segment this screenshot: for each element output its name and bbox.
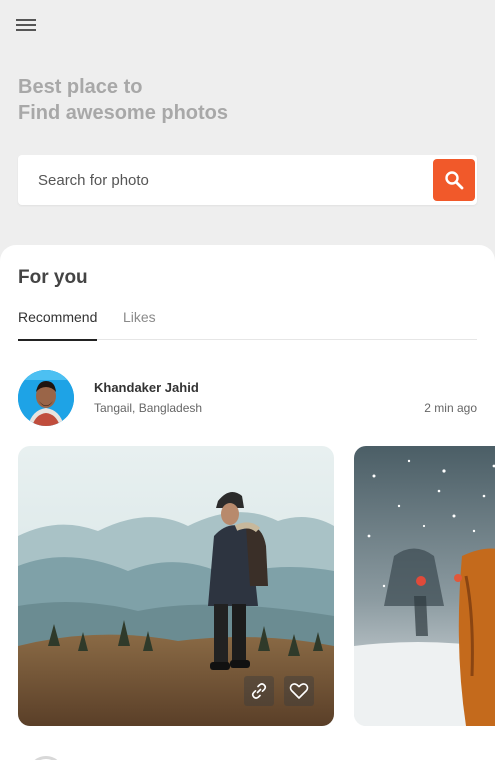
post-header: Khandaker Jahid Tangail, Bangladesh 2 mi…	[18, 370, 495, 426]
menu-button[interactable]	[14, 13, 38, 37]
link-button[interactable]	[244, 676, 274, 706]
avatar[interactable]	[18, 370, 74, 426]
next-post-avatar[interactable]	[28, 756, 64, 760]
search-icon	[445, 171, 464, 190]
tab-recommend[interactable]: Recommend	[18, 309, 98, 341]
photo-snow-image	[354, 446, 495, 726]
app-screen: Best place to Find awesome photos For yo…	[0, 0, 495, 760]
post-photo-2[interactable]	[354, 446, 495, 726]
post-photo-1[interactable]	[18, 446, 334, 726]
link-icon	[251, 683, 267, 699]
post-time: 2 min ago	[424, 401, 477, 415]
feed-sheet: For you Recommend Likes Khandaker Jahid …	[0, 245, 495, 760]
headline: Best place to Find awesome photos	[18, 74, 228, 126]
like-button[interactable]	[284, 676, 314, 706]
feed-tabs: Recommend Likes	[18, 307, 477, 341]
search-bar	[18, 155, 477, 205]
author-location: Tangail, Bangladesh	[94, 401, 203, 415]
tab-likes[interactable]: Likes	[123, 309, 156, 340]
headline-line-2: Find awesome photos	[18, 102, 229, 124]
author-name[interactable]: Khandaker Jahid	[94, 380, 199, 395]
heart-icon	[289, 683, 309, 699]
headline-line-1: Best place to	[18, 76, 143, 98]
avatar-image	[18, 370, 74, 426]
section-title: For you	[18, 267, 88, 288]
search-button[interactable]	[433, 159, 475, 201]
search-input[interactable]	[18, 155, 428, 205]
menu-icon	[16, 19, 36, 31]
